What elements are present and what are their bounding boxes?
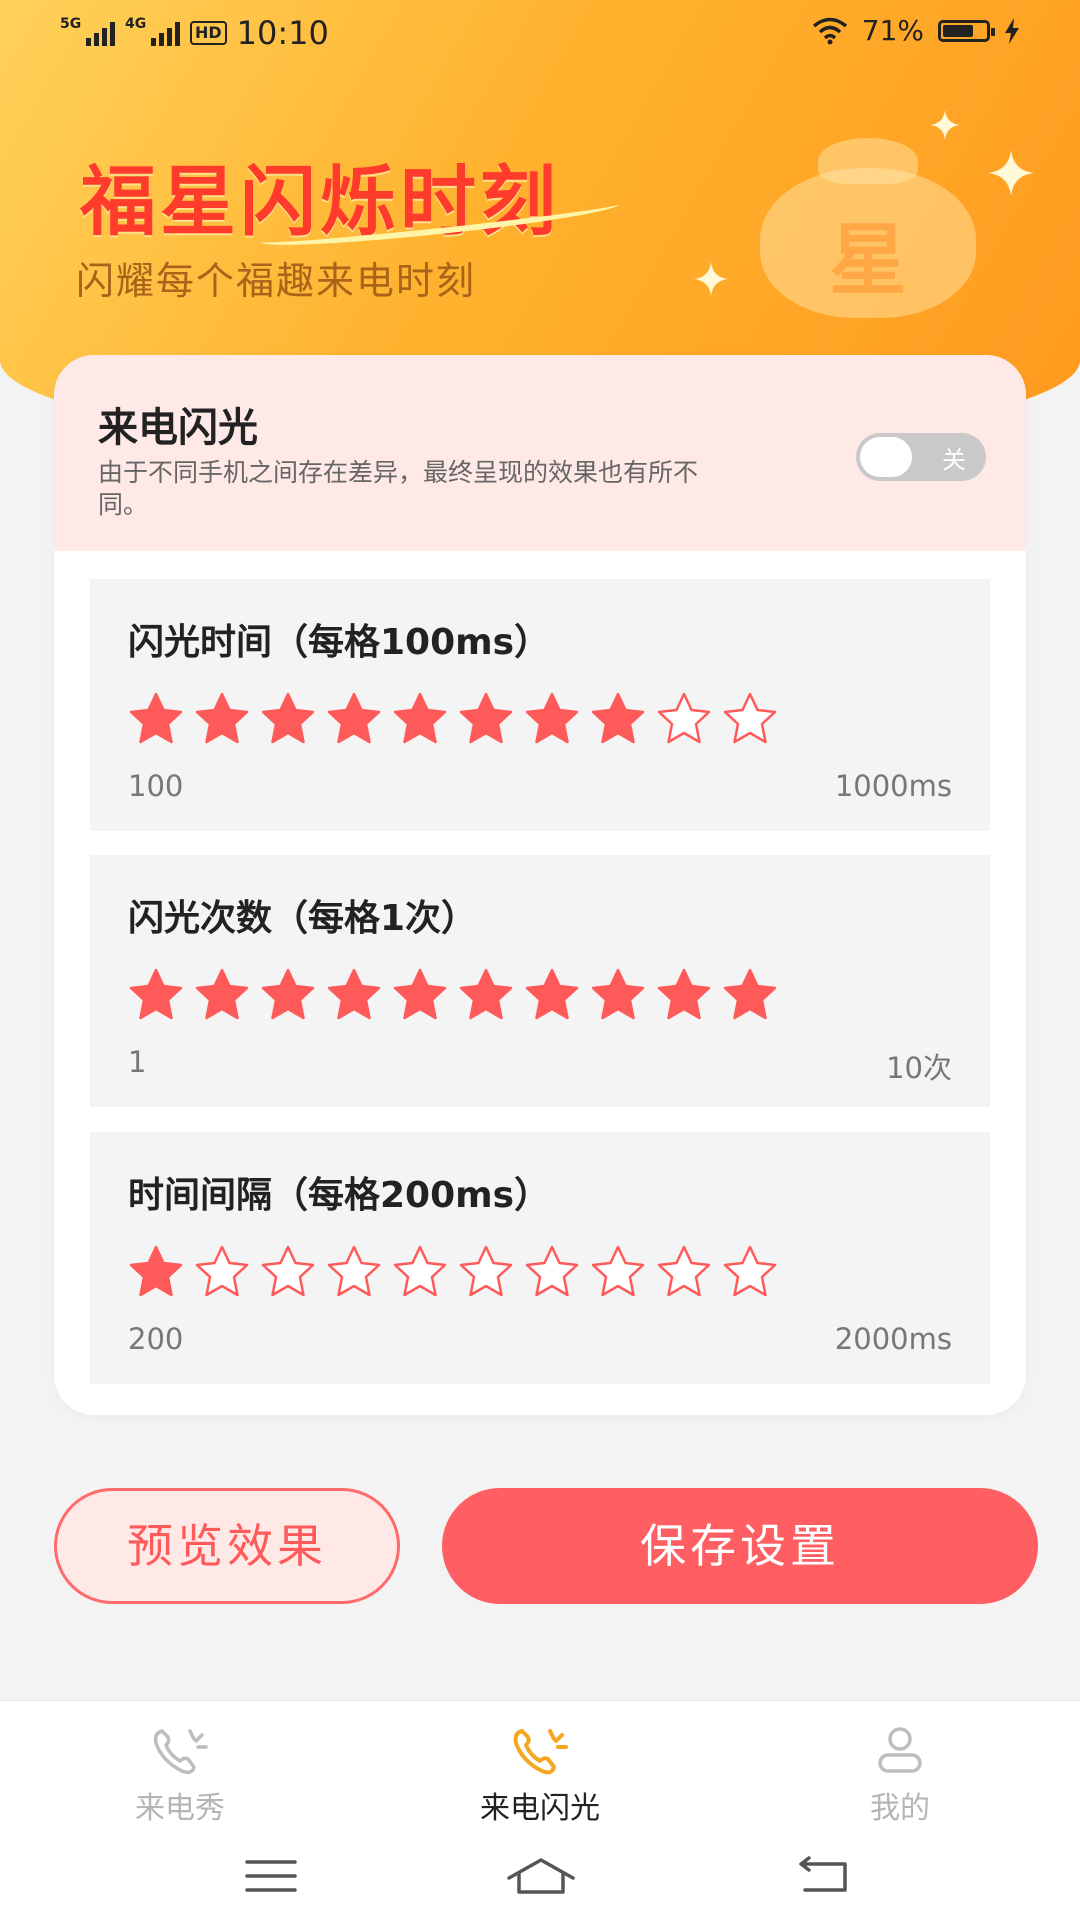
star-rating[interactable] [126,1244,780,1300]
nav-item-call-flash[interactable]: 来电闪光 [440,1723,640,1827]
flash-duration-panel: 闪光时间（每格100ms） 100 1000ms [90,579,990,831]
user-icon [878,1727,922,1773]
star-rating[interactable] [126,967,780,1023]
star-empty-icon[interactable] [588,1244,648,1300]
star-rating[interactable] [126,691,780,747]
sim1-label: 5G [60,16,82,32]
star-filled-icon[interactable] [126,1244,186,1300]
battery-icon [938,19,995,42]
panel-title: 闪光时间（每格100ms） [128,622,551,663]
star-filled-icon[interactable] [192,691,252,747]
star-empty-icon[interactable] [522,1244,582,1300]
charging-icon [1005,17,1019,44]
star-filled-icon[interactable] [258,967,318,1023]
star-filled-icon[interactable] [654,967,714,1023]
star-filled-icon[interactable] [126,967,186,1023]
flash-interval-panel: 时间间隔（每格200ms） 200 2000ms [90,1132,990,1384]
nav-item-mine[interactable]: 我的 [800,1723,1000,1827]
star-empty-icon[interactable] [390,1244,450,1300]
nav-label: 来电闪光 [480,1791,600,1826]
phone-icon [153,1729,208,1775]
bottom-nav: 来电秀 来电闪光 我的 [0,1700,1080,1835]
flash-toggle-section: 来电闪光 由于不同手机之间存在差异，最终呈现的效果也有所不同。 关 [54,355,1026,551]
star-filled-icon[interactable] [456,967,516,1023]
system-nav-bar [0,1834,1080,1920]
toggle-label: 关 [942,446,966,474]
star-filled-icon[interactable] [588,691,648,747]
flash-description: 由于不同手机之间存在差异，最终呈现的效果也有所不同。 [98,458,699,519]
range-min: 1 [128,1045,147,1079]
star-empty-icon[interactable] [654,1244,714,1300]
star-filled-icon[interactable] [390,691,450,747]
status-time: 10:10 [236,14,329,52]
status-bar: 5G 4G HD 10:10 71% [0,0,1080,70]
flash-count-panel: 闪光次数（每格1次） 1 10次 [90,855,990,1107]
star-filled-icon[interactable] [390,967,450,1023]
banner-subtitle: 闪耀每个福趣来电时刻 [76,259,477,303]
signal-icon-sim1: 5G [60,16,115,46]
star-filled-icon[interactable] [522,967,582,1023]
panel-title: 时间间隔（每格200ms） [128,1175,551,1216]
lucky-bag-char: 星 [828,216,907,306]
star-filled-icon[interactable] [456,691,516,747]
star-filled-icon[interactable] [126,691,186,747]
nav-item-caller-show[interactable]: 来电秀 [80,1723,280,1827]
star-empty-icon[interactable] [324,1244,384,1300]
battery-percent: 71% [861,14,924,47]
back-icon[interactable] [795,1856,851,1896]
hd-badge: HD [190,21,227,45]
star-filled-icon[interactable] [258,691,318,747]
sparkle-icon [988,150,1034,196]
nav-label: 我的 [870,1791,930,1826]
flash-title: 来电闪光 [98,405,258,451]
wifi-icon [812,17,847,44]
star-empty-icon[interactable] [720,691,780,747]
range-max: 10次 [886,1051,952,1085]
star-empty-icon[interactable] [654,691,714,747]
range-min: 100 [128,769,184,803]
star-empty-icon[interactable] [192,1244,252,1300]
star-empty-icon[interactable] [258,1244,318,1300]
nav-label: 来电秀 [135,1791,225,1826]
star-filled-icon[interactable] [324,691,384,747]
star-empty-icon[interactable] [456,1244,516,1300]
star-filled-icon[interactable] [192,967,252,1023]
signal-icon-sim2: 4G [125,16,180,46]
sim2-label: 4G [125,16,147,32]
flash-settings-card: 来电闪光 由于不同手机之间存在差异，最终呈现的效果也有所不同。 关 闪光时间（每… [54,355,1026,1415]
star-empty-icon[interactable] [720,1244,780,1300]
sparkle-icon [930,110,960,140]
range-max: 2000ms [834,1322,952,1356]
range-min: 200 [128,1322,184,1356]
phone-flash-icon [513,1729,568,1775]
preview-button[interactable]: 预览效果 [54,1488,400,1604]
menu-icon[interactable] [245,1856,297,1896]
save-button[interactable]: 保存设置 [442,1488,1038,1604]
flash-toggle[interactable]: 关 [856,433,986,481]
toggle-knob [860,437,912,477]
star-filled-icon[interactable] [522,691,582,747]
sparkle-icon [694,262,728,296]
star-filled-icon[interactable] [720,967,780,1023]
star-filled-icon[interactable] [588,967,648,1023]
range-max: 1000ms [834,769,952,803]
home-icon[interactable] [505,1856,577,1896]
panel-title: 闪光次数（每格1次） [128,898,478,939]
star-filled-icon[interactable] [324,967,384,1023]
